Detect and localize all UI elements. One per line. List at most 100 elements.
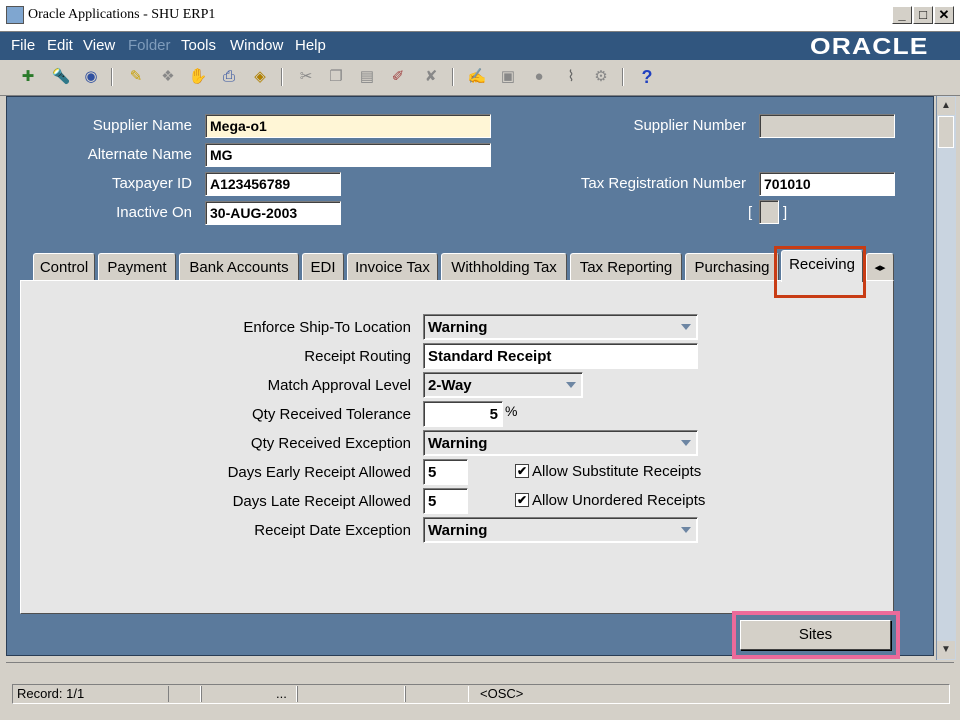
match-approval-value: 2-Way bbox=[428, 377, 472, 394]
close-button[interactable]: ✕ bbox=[934, 6, 954, 24]
chevron-down-icon bbox=[681, 324, 691, 330]
receiving-tab-highlight bbox=[774, 246, 866, 298]
tab-scroll-arrows-icon[interactable]: ◂▸ bbox=[866, 253, 894, 280]
toolbar-separator bbox=[622, 68, 624, 86]
menu-help[interactable]: Help bbox=[295, 37, 326, 54]
supplier-name-label: Supplier Name bbox=[92, 117, 192, 134]
enforce-ship-to-select[interactable]: Warning bbox=[423, 314, 698, 340]
qty-tolerance-field[interactable]: 5 bbox=[423, 401, 503, 427]
status-cell bbox=[297, 686, 405, 702]
menu-view[interactable]: View bbox=[83, 37, 115, 54]
tab-bank-accounts[interactable]: Bank Accounts bbox=[179, 253, 299, 280]
receipt-routing-field[interactable]: Standard Receipt bbox=[423, 343, 698, 369]
supplier-name-field[interactable]: Mega-o1 bbox=[205, 114, 491, 138]
toolbar-separator bbox=[452, 68, 454, 86]
switch-responsibility-icon[interactable]: ✋ bbox=[187, 66, 209, 88]
next-step-icon[interactable]: ❖ bbox=[157, 66, 179, 88]
supplier-number-field[interactable] bbox=[759, 114, 895, 138]
app-icon bbox=[6, 6, 24, 24]
paste-icon[interactable]: ▤ bbox=[356, 66, 378, 88]
status-cell bbox=[405, 686, 469, 702]
navigator-icon[interactable]: ◉ bbox=[80, 66, 102, 88]
menu-window[interactable]: Window bbox=[230, 37, 283, 54]
supplier-number-label: Supplier Number bbox=[633, 117, 746, 134]
cut-icon[interactable]: ✂ bbox=[295, 66, 317, 88]
clear-record-icon[interactable]: ✐ bbox=[387, 66, 409, 88]
close-form-icon[interactable]: ◈ bbox=[249, 66, 271, 88]
scroll-down-icon[interactable]: ▼ bbox=[937, 641, 955, 659]
zoom-icon[interactable]: ▣ bbox=[497, 66, 519, 88]
status-cell bbox=[168, 686, 201, 702]
allow-substitute-label: Allow Substitute Receipts bbox=[532, 463, 702, 480]
window-title: Oracle Applications - SHU ERP1 bbox=[28, 7, 216, 22]
tab-payment[interactable]: Payment bbox=[98, 253, 176, 280]
tab-purchasing[interactable]: Purchasing bbox=[685, 253, 779, 280]
days-late-field[interactable]: 5 bbox=[423, 488, 468, 514]
record-indicator: Record: 1/1 bbox=[17, 686, 85, 701]
scroll-up-icon[interactable]: ▲ bbox=[937, 97, 955, 115]
maximize-button[interactable]: □ bbox=[913, 6, 933, 24]
days-late-label: Days Late Receipt Allowed bbox=[232, 493, 411, 510]
percent-unit: % bbox=[505, 403, 518, 419]
qty-exception-value: Warning bbox=[428, 435, 488, 452]
menu-file[interactable]: File bbox=[11, 37, 35, 54]
enforce-ship-to-value: Warning bbox=[428, 319, 488, 336]
days-early-field[interactable]: 5 bbox=[423, 459, 468, 485]
oracle-logo: ORACLE bbox=[810, 33, 929, 59]
edit-field-icon[interactable]: ✍ bbox=[466, 66, 488, 88]
alternate-name-field[interactable]: MG bbox=[205, 143, 491, 167]
tab-withholding-tax[interactable]: Withholding Tax bbox=[441, 253, 567, 280]
inactive-on-label: Inactive On bbox=[116, 204, 192, 221]
find-icon[interactable]: 🔦 bbox=[50, 66, 72, 88]
help-icon[interactable]: ? bbox=[636, 66, 658, 88]
tax-registration-label: Tax Registration Number bbox=[580, 175, 746, 192]
descriptive-flexfield[interactable] bbox=[759, 200, 779, 224]
scroll-thumb[interactable] bbox=[938, 116, 954, 148]
tab-tax-reporting[interactable]: Tax Reporting bbox=[570, 253, 682, 280]
toolbar-separator bbox=[111, 68, 113, 86]
chevron-down-icon bbox=[681, 527, 691, 533]
delete-record-icon[interactable]: ✘ bbox=[420, 66, 442, 88]
days-early-label: Days Early Receipt Allowed bbox=[227, 464, 411, 481]
translations-icon[interactable]: ● bbox=[528, 66, 550, 88]
dff-bracket-close: ] bbox=[783, 204, 788, 221]
menu-folder[interactable]: Folder bbox=[128, 37, 171, 54]
chevron-down-icon bbox=[681, 440, 691, 446]
toolbar-separator bbox=[281, 68, 283, 86]
new-record-icon[interactable]: ✚ bbox=[17, 66, 39, 88]
dff-bracket-open: [ bbox=[748, 204, 753, 221]
tab-control[interactable]: Control bbox=[33, 253, 95, 280]
taxpayer-id-field[interactable]: A123456789 bbox=[205, 172, 341, 196]
copy-icon[interactable]: ❐ bbox=[325, 66, 347, 88]
folder-tools-icon[interactable]: ⚙ bbox=[590, 66, 612, 88]
match-approval-label: Match Approval Level bbox=[267, 377, 411, 394]
receipt-date-exception-value: Warning bbox=[428, 522, 488, 539]
inactive-on-field[interactable]: 30-AUG-2003 bbox=[205, 201, 341, 225]
vertical-scrollbar[interactable] bbox=[936, 96, 956, 660]
qty-tolerance-label: Qty Received Tolerance bbox=[252, 406, 411, 423]
tax-registration-field[interactable]: 701010 bbox=[759, 172, 895, 196]
menu-edit[interactable]: Edit bbox=[47, 37, 73, 54]
qty-exception-label: Qty Received Exception bbox=[250, 435, 411, 452]
save-icon[interactable]: ✎ bbox=[125, 66, 147, 88]
allow-substitute-checkbox[interactable]: ✔ bbox=[515, 464, 529, 478]
status-osc: <OSC> bbox=[480, 686, 524, 701]
status-ellipsis: ... bbox=[276, 686, 287, 701]
alternate-name-label: Alternate Name bbox=[87, 146, 192, 163]
allow-unordered-label: Allow Unordered Receipts bbox=[532, 492, 706, 509]
qty-exception-select[interactable]: Warning bbox=[423, 430, 698, 456]
menu-tools[interactable]: Tools bbox=[181, 37, 216, 54]
tab-edi[interactable]: EDI bbox=[302, 253, 344, 280]
minimize-button[interactable]: _ bbox=[892, 6, 912, 24]
sites-button-highlight bbox=[732, 611, 900, 659]
receipt-routing-label: Receipt Routing bbox=[304, 348, 411, 365]
tab-invoice-tax[interactable]: Invoice Tax bbox=[347, 253, 438, 280]
allow-unordered-checkbox[interactable]: ✔ bbox=[515, 493, 529, 507]
match-approval-select[interactable]: 2-Way bbox=[423, 372, 583, 398]
print-icon[interactable]: ⎙ bbox=[218, 66, 240, 88]
receipt-date-exception-label: Receipt Date Exception bbox=[254, 522, 411, 539]
attachments-icon[interactable]: ⌇ bbox=[560, 66, 582, 88]
receipt-date-exception-select[interactable]: Warning bbox=[423, 517, 698, 543]
enforce-ship-to-label: Enforce Ship-To Location bbox=[243, 319, 411, 336]
taxpayer-id-label: Taxpayer ID bbox=[111, 175, 192, 192]
